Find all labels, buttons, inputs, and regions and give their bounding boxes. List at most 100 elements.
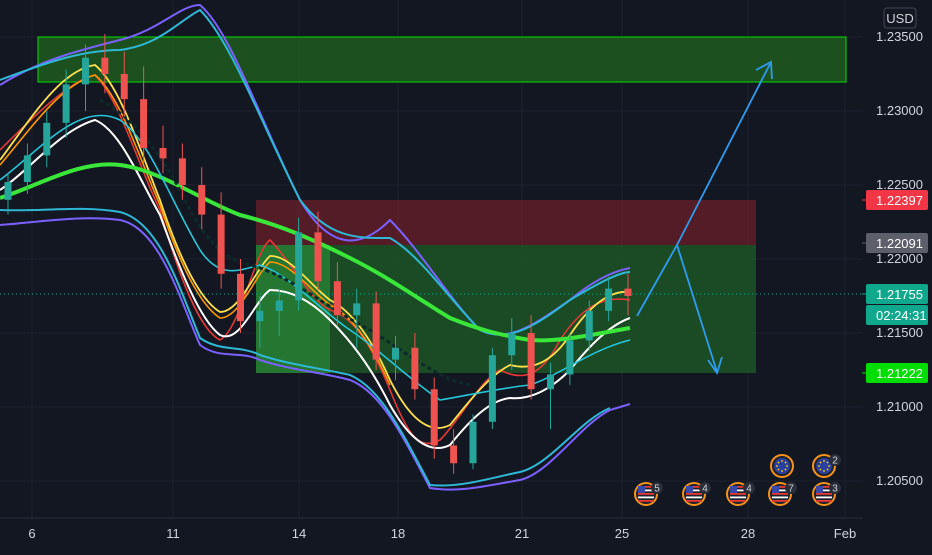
candle-body bbox=[353, 303, 361, 316]
eu-star bbox=[781, 460, 783, 462]
candle-body bbox=[547, 374, 554, 390]
candle-body bbox=[508, 333, 516, 356]
event-count: 7 bbox=[788, 484, 794, 495]
candle-body bbox=[469, 421, 477, 464]
us-flag-stripe bbox=[686, 496, 702, 499]
eu-star bbox=[784, 468, 787, 471]
us-flag-stripe bbox=[730, 493, 746, 495]
eu-star bbox=[777, 468, 780, 471]
candle-body bbox=[411, 347, 419, 390]
price-tag-stop[interactable]: 1.22397 bbox=[862, 190, 928, 210]
date-tick-label: 25 bbox=[615, 526, 629, 541]
price-tick-label: 1.21500 bbox=[876, 325, 923, 340]
candle-body bbox=[237, 273, 244, 322]
time-axis-background bbox=[0, 518, 862, 550]
candle-body bbox=[430, 389, 438, 446]
us-flag-stripe bbox=[816, 496, 832, 499]
candle-body bbox=[372, 303, 380, 360]
eu-star bbox=[826, 468, 829, 471]
price-tag-countdown[interactable]: 02:24:31 bbox=[866, 305, 928, 325]
us-flag-stripe bbox=[772, 496, 788, 499]
date-tick-label: 28 bbox=[741, 526, 755, 541]
date-tick-label: 18 bbox=[391, 526, 405, 541]
currency-label: USD bbox=[886, 11, 913, 26]
us-flag-stripe bbox=[686, 493, 702, 495]
candle-body bbox=[43, 122, 51, 156]
candle-body bbox=[624, 288, 632, 296]
candle-body bbox=[295, 232, 303, 301]
event-count: 3 bbox=[832, 484, 838, 495]
us-flag-stripe bbox=[730, 500, 746, 502]
us-flag-canton bbox=[772, 486, 779, 493]
us-flag-stripe bbox=[772, 493, 788, 495]
candle-body bbox=[566, 340, 574, 375]
us-flag-stripe bbox=[686, 500, 702, 502]
event-count: 2 bbox=[832, 456, 838, 467]
tag-label: 1.22091 bbox=[876, 236, 923, 251]
tag-label: 1.21222 bbox=[876, 366, 923, 381]
date-tick-label: 6 bbox=[28, 526, 35, 541]
candle-body bbox=[605, 288, 613, 311]
eu-star bbox=[823, 470, 825, 472]
us-flag-canton bbox=[686, 486, 693, 493]
candle-body bbox=[450, 445, 458, 464]
eu-star bbox=[823, 460, 825, 462]
event-marker-eu[interactable] bbox=[770, 454, 794, 478]
date-tick-label: 14 bbox=[292, 526, 306, 541]
tag-label: 1.21755 bbox=[876, 287, 923, 302]
us-flag-stripe bbox=[638, 500, 654, 502]
eu-star bbox=[819, 468, 822, 471]
us-flag-stripe bbox=[638, 496, 654, 499]
eu-star bbox=[777, 461, 780, 464]
candle-body bbox=[314, 232, 322, 282]
eu-star bbox=[818, 465, 820, 467]
us-flag-stripe bbox=[638, 493, 654, 495]
chart-panel[interactable]: USD 1.23500 1.23000 1.22500 1.22000 1.21500 1… bbox=[0, 0, 932, 550]
time-axis[interactable]: 6 11 14 18 21 25 28 Feb bbox=[0, 517, 862, 550]
us-flag-canton bbox=[638, 486, 645, 493]
price-tag-target[interactable]: 1.21222 bbox=[862, 363, 928, 383]
us-flag-stripe bbox=[816, 500, 832, 502]
price-tick-label: 1.22000 bbox=[876, 251, 923, 266]
date-tick-label: 11 bbox=[166, 526, 180, 541]
us-flag-stripe bbox=[730, 496, 746, 499]
eu-star bbox=[819, 461, 822, 464]
price-tick-label: 1.21000 bbox=[876, 399, 923, 414]
candle-body bbox=[527, 333, 535, 390]
candle-body bbox=[82, 57, 89, 85]
take-profit-zone[interactable] bbox=[256, 245, 756, 373]
candle-body bbox=[198, 185, 206, 215]
candle-body bbox=[488, 355, 496, 422]
candle-body bbox=[585, 310, 593, 341]
price-chart[interactable]: USD 1.23500 1.23000 1.22500 1.22000 1.21500 1… bbox=[0, 0, 932, 550]
upper-resistance-zone[interactable] bbox=[37, 36, 847, 83]
event-count: 4 bbox=[746, 484, 752, 495]
tag-label: 1.22397 bbox=[876, 193, 923, 208]
candle-body bbox=[333, 281, 341, 316]
price-tick-label: 1.23000 bbox=[876, 103, 923, 118]
tag-label: 02:24:31 bbox=[876, 308, 927, 323]
candle-body bbox=[178, 158, 186, 185]
price-axis[interactable]: USD 1.23500 1.23000 1.22500 1.22000 1.21500 1… bbox=[862, 0, 932, 518]
eu-star bbox=[828, 465, 830, 467]
us-flag-canton bbox=[730, 486, 737, 493]
candle-body bbox=[4, 182, 12, 200]
eu-star bbox=[786, 465, 788, 467]
price-tick-label: 1.22500 bbox=[876, 177, 923, 192]
candle-body bbox=[62, 84, 70, 123]
eu-star bbox=[781, 470, 783, 472]
price-tick-label: 1.20500 bbox=[876, 473, 923, 488]
candle-body bbox=[275, 300, 283, 311]
candle-body bbox=[23, 155, 31, 183]
us-flag-stripe bbox=[816, 493, 832, 495]
candle-body bbox=[392, 347, 399, 360]
price-tag-last[interactable]: 1.21755 bbox=[862, 284, 928, 304]
eu-star bbox=[826, 461, 829, 464]
us-flag-canton bbox=[816, 486, 823, 493]
candle-body bbox=[140, 99, 148, 148]
eu-star bbox=[784, 461, 787, 464]
price-tag-entry[interactable]: 1.22091 bbox=[862, 233, 928, 253]
candle-body bbox=[120, 74, 128, 100]
event-count: 5 bbox=[654, 484, 660, 495]
us-flag-stripe bbox=[772, 500, 788, 502]
